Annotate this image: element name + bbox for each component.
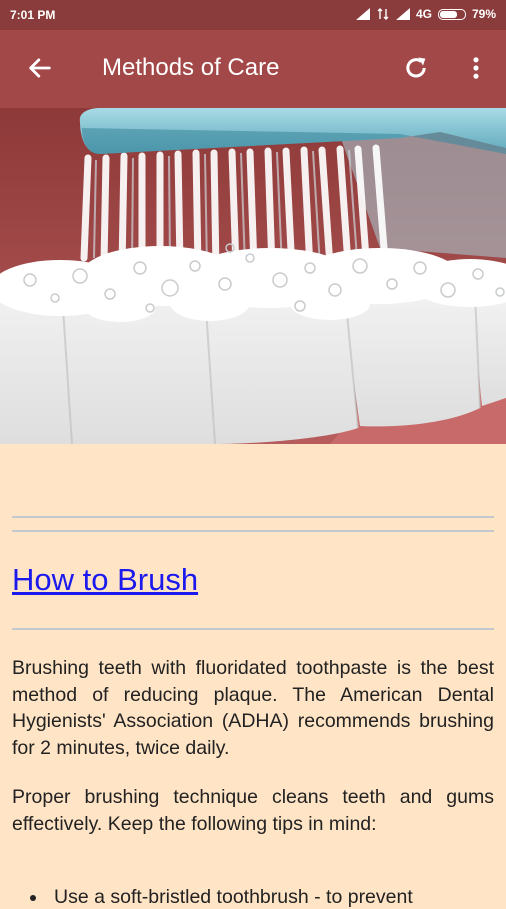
app-bar: Methods of Care [0,30,506,108]
section-heading-link[interactable]: How to Brush [12,562,198,598]
network-type: 4G [415,7,432,21]
data-transfer-icon [377,8,389,20]
divider [12,530,494,532]
status-icons: 4G 79% [355,7,496,21]
divider [12,516,494,518]
battery-percent: 79% [471,7,496,21]
overflow-menu-icon[interactable] [462,54,490,82]
status-time: 7:01 PM [10,8,56,22]
paragraph: Brushing teeth with fluoridated toothpas… [12,657,494,759]
refresh-icon[interactable] [402,54,430,82]
signal-icon [355,8,370,20]
list-item: Use a soft-bristled toothbrush - to prev… [30,886,413,909]
toothbrush-illustration-svg [0,108,506,444]
paragraph: Proper brushing technique cleans teeth a… [12,786,494,835]
battery-fill [439,10,458,18]
battery-icon [437,8,466,20]
list-item-text: Use a soft-bristled toothbrush - to prev… [54,886,413,908]
back-arrow-icon[interactable] [26,54,54,82]
signal-icon-2 [395,8,410,20]
divider [12,628,494,630]
page-title: Methods of Care [102,54,280,81]
toothbrush-illustration [0,108,506,444]
status-bar: 7:01 PM 4G 79% [0,0,506,30]
